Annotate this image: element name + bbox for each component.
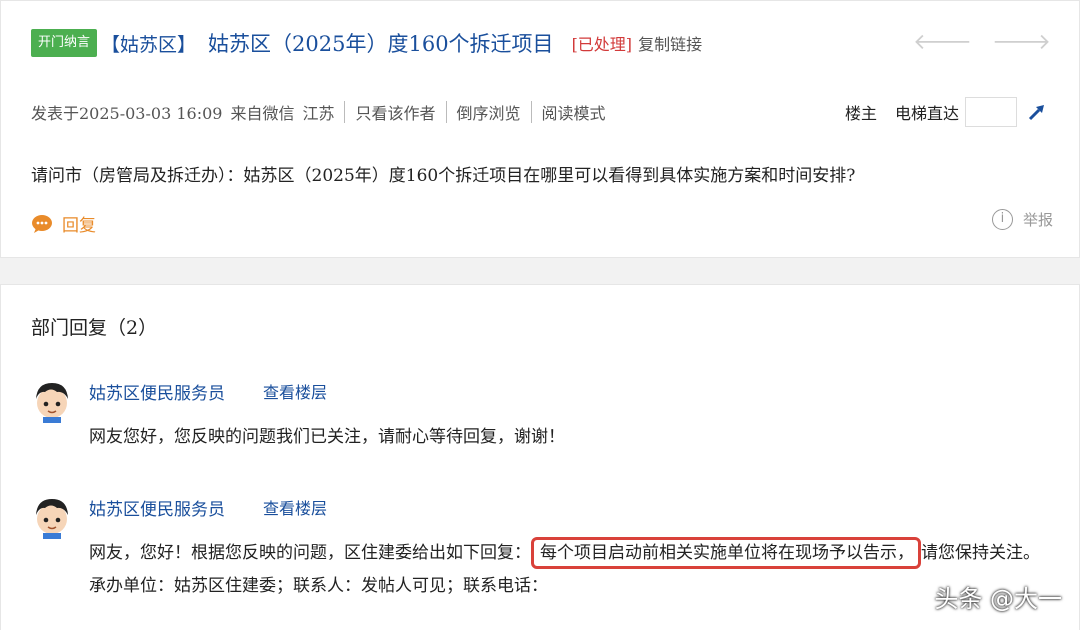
- reply-item: 姑苏区便民服务员 查看楼层 网友您好，您反映的问题我们已关注，请耐心等待回复，谢…: [31, 379, 1049, 459]
- post-location: 江苏: [302, 104, 335, 123]
- divider: [445, 101, 447, 123]
- only-author-link[interactable]: 只看该作者: [355, 100, 435, 124]
- reply-header: 姑苏区便民服务员 查看楼层: [89, 379, 327, 404]
- reply-body: 网友您好，您反映的问题我们已关注，请耐心等待回复，谢谢！: [89, 427, 565, 447]
- divider: [530, 101, 532, 123]
- view-floor-link[interactable]: 查看楼层: [263, 495, 327, 520]
- reply-body: 网友，您好！根据您反映的问题，区住建委给出如下回复： 每个项目启动前相关实施单位将…: [89, 537, 1049, 603]
- department-replies-card: 部门回复（2） 姑苏区便民服务员 查看楼层 网友您好，您反映的问题我们已关注，请…: [0, 284, 1080, 630]
- arrow-right-icon[interactable]: 🡒: [992, 29, 1051, 55]
- post-timestamp: 发表于2025-03-03 16:09: [31, 104, 223, 123]
- replier-name[interactable]: 姑苏区便民服务员: [89, 495, 225, 520]
- replier-name[interactable]: 姑苏区便民服务员: [89, 379, 225, 404]
- copy-link-button[interactable]: 复制链接: [638, 31, 702, 55]
- read-mode-link[interactable]: 阅读模式: [542, 100, 606, 124]
- thread-title: 姑苏区（2025年）度160个拆迁项目: [208, 32, 554, 56]
- reply-button[interactable]: 回复: [31, 211, 96, 236]
- info-icon: i: [991, 209, 1013, 230]
- post-card: 开门纳言 【姑苏区】 姑苏区（2025年）度160个拆迁项目 [已处理] 复制链…: [0, 0, 1080, 258]
- comment-bubble-icon: [32, 214, 52, 233]
- thread-nav: 🡐 🡒: [913, 29, 1051, 55]
- section-title: 部门回复（2）: [31, 317, 158, 339]
- elevator-label: 电梯直达: [894, 104, 959, 123]
- region-label[interactable]: 【姑苏区】: [101, 30, 196, 57]
- reply-label: 回复: [62, 216, 96, 236]
- post-meta-row: 发表于2025-03-03 16:09 来自微信 江苏 只看该作者 倒序浏览 阅…: [31, 97, 1049, 127]
- floor-controls: 楼主 电梯直达: [845, 97, 1049, 127]
- arrow-left-icon[interactable]: 🡐: [913, 29, 972, 55]
- watermark: 头条 @大一: [934, 585, 1062, 613]
- view-floor-link[interactable]: 查看楼层: [263, 379, 327, 404]
- forum-tag-badge[interactable]: 开门纳言: [31, 29, 98, 57]
- question-text: 请问市（房管局及拆迁办）：姑苏区（2025年）度160个拆迁项目在哪里可以看得到…: [31, 166, 856, 186]
- status-badge: [已处理]: [571, 35, 633, 54]
- thread-title-row: 开门纳言 【姑苏区】 姑苏区（2025年）度160个拆迁项目 [已处理] 复制链…: [31, 27, 1059, 59]
- report-button[interactable]: i 举报: [991, 209, 1053, 230]
- reply-item: 姑苏区便民服务员 查看楼层 网友，您好！根据您反映的问题，区住建委给出如下回复：…: [31, 495, 1049, 625]
- avatar[interactable]: [31, 495, 73, 539]
- reply-body-intro: 网友，您好！根据您反映的问题，区住建委给出如下回复：: [89, 543, 531, 563]
- reverse-order-link[interactable]: 倒序浏览: [457, 100, 521, 124]
- reply-header: 姑苏区便民服务员 查看楼层: [89, 495, 327, 520]
- divider: [344, 101, 346, 123]
- floor-owner-label: 楼主: [844, 104, 877, 123]
- avatar[interactable]: [31, 379, 73, 423]
- report-label: 举报: [1022, 211, 1053, 229]
- go-floor-icon[interactable]: [1027, 101, 1049, 123]
- elevator-input[interactable]: [965, 97, 1017, 127]
- highlighted-reply-text: 每个项目启动前相关实施单位将在现场予以告示，: [531, 537, 921, 569]
- post-source: 来自微信: [230, 104, 295, 123]
